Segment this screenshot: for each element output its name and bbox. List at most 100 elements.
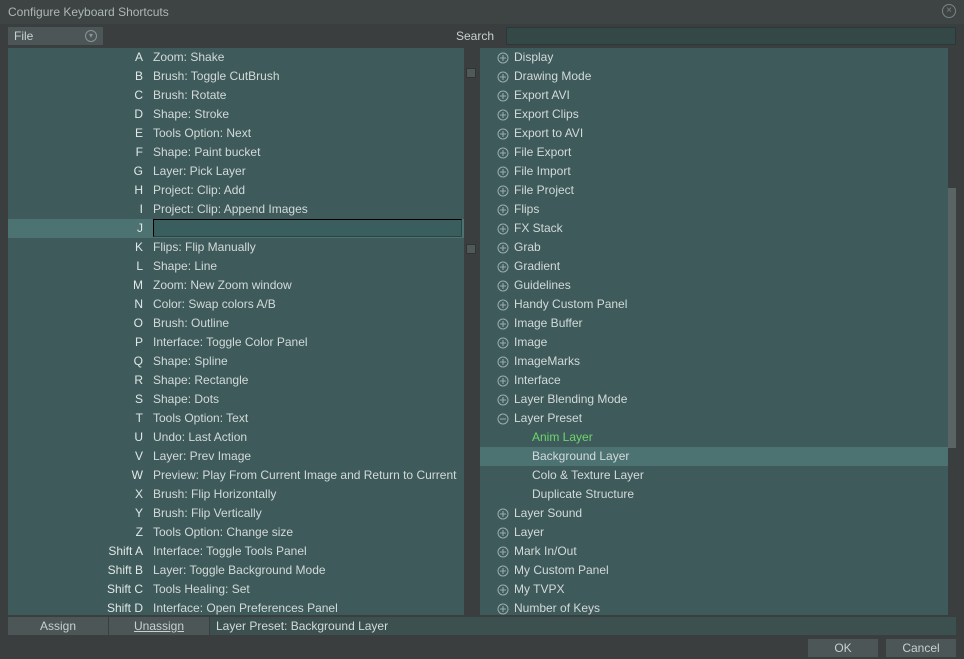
expand-icon[interactable] <box>496 279 510 293</box>
splitter-handle[interactable] <box>466 244 476 254</box>
shortcut-row[interactable]: HProject: Clip: Add <box>8 181 464 200</box>
expand-icon[interactable] <box>496 545 510 559</box>
shortcut-row[interactable]: Shift DInterface: Open Preferences Panel <box>8 599 464 615</box>
tree-item[interactable]: ImageMarks <box>480 352 948 371</box>
shortcut-row[interactable]: TTools Option: Text <box>8 409 464 428</box>
tree-item[interactable]: Gradient <box>480 257 948 276</box>
action-tree[interactable]: DisplayDrawing ModeExport AVIExport Clip… <box>480 48 948 615</box>
shortcut-row[interactable]: Shift BLayer: Toggle Background Mode <box>8 561 464 580</box>
expand-icon[interactable] <box>496 89 510 103</box>
expand-icon[interactable] <box>496 146 510 160</box>
shortcut-row[interactable]: GLayer: Pick Layer <box>8 162 464 181</box>
expand-icon[interactable] <box>496 602 510 616</box>
tree-item[interactable]: Export to AVI <box>480 124 948 143</box>
tree-item[interactable]: Mark In/Out <box>480 542 948 561</box>
tree-item[interactable]: Export Clips <box>480 105 948 124</box>
file-menu-button[interactable]: File ▾ <box>8 27 103 45</box>
shortcut-row[interactable]: XBrush: Flip Horizontally <box>8 485 464 504</box>
shortcut-row[interactable]: MZoom: New Zoom window <box>8 276 464 295</box>
shortcut-row[interactable]: BBrush: Toggle CutBrush <box>8 67 464 86</box>
tree-item[interactable]: File Import <box>480 162 948 181</box>
expand-icon[interactable] <box>496 165 510 179</box>
shortcut-row[interactable]: ZTools Option: Change size <box>8 523 464 542</box>
tree-item[interactable]: Layer <box>480 523 948 542</box>
expand-icon[interactable] <box>496 70 510 84</box>
tree-item[interactable]: Image <box>480 333 948 352</box>
cancel-button[interactable]: Cancel <box>886 639 956 657</box>
expand-icon[interactable] <box>496 317 510 331</box>
shortcut-row[interactable]: Shift AInterface: Toggle Tools Panel <box>8 542 464 561</box>
expand-icon[interactable] <box>496 507 510 521</box>
shortcut-row[interactable]: WPreview: Play From Current Image and Re… <box>8 466 464 485</box>
unassign-button[interactable]: Unassign <box>109 617 209 635</box>
expand-icon[interactable] <box>496 51 510 65</box>
shortcut-action-input[interactable] <box>153 219 462 237</box>
shortcut-row[interactable]: IProject: Clip: Append Images <box>8 200 464 219</box>
shortcut-row[interactable]: FShape: Paint bucket <box>8 143 464 162</box>
tree-item[interactable]: Grab <box>480 238 948 257</box>
tree-item[interactable]: Drawing Mode <box>480 67 948 86</box>
expand-icon[interactable] <box>496 374 510 388</box>
expand-icon[interactable] <box>496 184 510 198</box>
shortcut-row[interactable]: KFlips: Flip Manually <box>8 238 464 257</box>
shortcut-row[interactable]: PInterface: Toggle Color Panel <box>8 333 464 352</box>
expand-icon[interactable] <box>496 355 510 369</box>
shortcut-key-list[interactable]: AZoom: ShakeBBrush: Toggle CutBrushCBrus… <box>8 48 464 615</box>
search-input[interactable] <box>506 27 956 45</box>
expand-icon[interactable] <box>496 203 510 217</box>
expand-icon[interactable] <box>496 564 510 578</box>
expand-icon[interactable] <box>496 336 510 350</box>
splitter[interactable] <box>464 48 480 615</box>
tree-item[interactable]: Interface <box>480 371 948 390</box>
shortcut-row[interactable]: LShape: Line <box>8 257 464 276</box>
shortcut-row[interactable]: UUndo: Last Action <box>8 428 464 447</box>
expand-icon[interactable] <box>496 241 510 255</box>
shortcut-row[interactable]: QShape: Spline <box>8 352 464 371</box>
tree-child-item[interactable]: Duplicate Structure <box>480 485 948 504</box>
tree-item[interactable]: Export AVI <box>480 86 948 105</box>
shortcut-row[interactable]: OBrush: Outline <box>8 314 464 333</box>
expand-icon[interactable] <box>496 108 510 122</box>
tree-item[interactable]: File Export <box>480 143 948 162</box>
shortcut-row[interactable]: J <box>8 219 464 238</box>
scrollbar[interactable] <box>948 48 956 615</box>
tree-item[interactable]: Guidelines <box>480 276 948 295</box>
shortcut-row[interactable]: AZoom: Shake <box>8 48 464 67</box>
tree-item[interactable]: Layer Blending Mode <box>480 390 948 409</box>
tree-item[interactable]: Layer Preset <box>480 409 948 428</box>
ok-button[interactable]: OK <box>808 639 878 657</box>
expand-icon[interactable] <box>496 298 510 312</box>
assign-button[interactable]: Assign <box>8 617 108 635</box>
tree-item[interactable]: My TVPX <box>480 580 948 599</box>
tree-item[interactable]: FX Stack <box>480 219 948 238</box>
shortcut-row[interactable]: DShape: Stroke <box>8 105 464 124</box>
close-icon[interactable]: × <box>942 4 956 18</box>
shortcut-row[interactable]: ETools Option: Next <box>8 124 464 143</box>
expand-icon[interactable] <box>496 222 510 236</box>
shortcut-row[interactable]: VLayer: Prev Image <box>8 447 464 466</box>
tree-child-item[interactable]: Background Layer <box>480 447 948 466</box>
tree-child-item[interactable]: Anim Layer <box>480 428 948 447</box>
expand-icon[interactable] <box>496 393 510 407</box>
splitter-handle[interactable] <box>466 68 476 78</box>
shortcut-row[interactable]: Shift CTools Healing: Set <box>8 580 464 599</box>
tree-item[interactable]: File Project <box>480 181 948 200</box>
tree-item[interactable]: My Custom Panel <box>480 561 948 580</box>
expand-icon[interactable] <box>496 260 510 274</box>
expand-icon[interactable] <box>496 526 510 540</box>
expand-icon[interactable] <box>496 583 510 597</box>
tree-child-item[interactable]: Colo & Texture Layer <box>480 466 948 485</box>
tree-item[interactable]: Layer Sound <box>480 504 948 523</box>
tree-item[interactable]: Display <box>480 48 948 67</box>
tree-item[interactable]: Image Buffer <box>480 314 948 333</box>
expand-icon[interactable] <box>496 127 510 141</box>
collapse-icon[interactable] <box>496 412 510 426</box>
shortcut-row[interactable]: CBrush: Rotate <box>8 86 464 105</box>
tree-item[interactable]: Flips <box>480 200 948 219</box>
tree-item[interactable]: Number of Keys <box>480 599 948 615</box>
shortcut-row[interactable]: YBrush: Flip Vertically <box>8 504 464 523</box>
tree-item[interactable]: Handy Custom Panel <box>480 295 948 314</box>
shortcut-row[interactable]: SShape: Dots <box>8 390 464 409</box>
shortcut-row[interactable]: RShape: Rectangle <box>8 371 464 390</box>
shortcut-row[interactable]: NColor: Swap colors A/B <box>8 295 464 314</box>
